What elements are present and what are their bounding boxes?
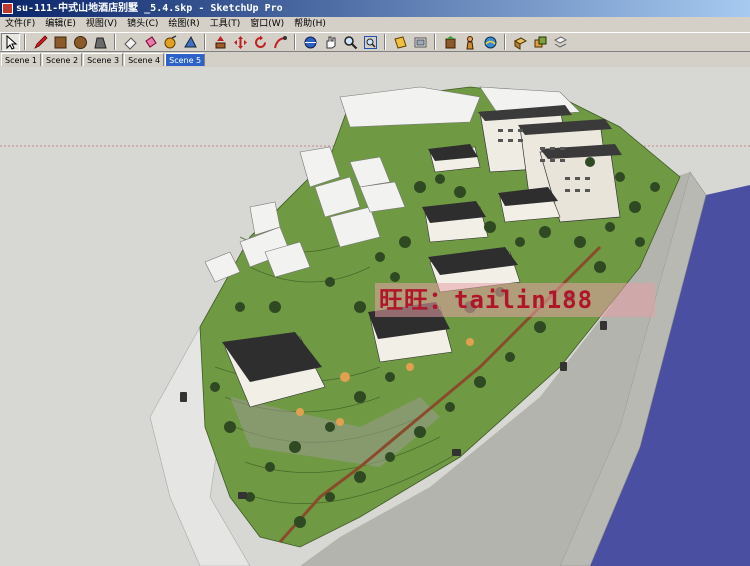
scene-tab-1[interactable]: Scene 1 [1, 53, 42, 66]
main-toolbar [0, 32, 750, 52]
circle-tool-button[interactable] [71, 33, 90, 51]
scene-tab-4[interactable]: Scene 4 [124, 53, 165, 66]
toolbar-separator [504, 34, 506, 50]
zoom-extents-tool-button[interactable] [361, 33, 380, 51]
pencil-icon [34, 34, 48, 49]
add-location-icon [445, 35, 456, 48]
scene-tab-2[interactable]: Scene 2 [42, 53, 83, 66]
watermark-text: 旺旺：tailin188 [375, 283, 655, 317]
section-plane-icon [394, 35, 407, 49]
eraser-icon [124, 36, 137, 50]
paint-bucket-tool-button[interactable] [141, 33, 160, 51]
toolbar-separator [434, 34, 436, 50]
window-title: su-111-中式山地酒店别墅 _5.4.skp - SketchUp Pro [16, 3, 283, 14]
walk-tool-button[interactable] [481, 33, 500, 51]
protractor-icon [184, 35, 197, 47]
menu-window[interactable]: 窗口(W) [245, 17, 289, 32]
select-tool-button[interactable] [1, 33, 20, 51]
menu-edit[interactable]: 编辑(E) [40, 17, 81, 32]
menu-camera[interactable]: 镜头(C) [122, 17, 163, 32]
zoom-extents-icon [364, 35, 377, 49]
menu-file[interactable]: 文件(F) [0, 17, 40, 32]
sketchup-app-icon [2, 3, 13, 14]
layers-icon [553, 35, 568, 48]
polygon-tool-button[interactable] [91, 33, 110, 51]
zoom-icon [344, 35, 358, 49]
layers-tool-button[interactable] [551, 33, 570, 51]
toolbar-separator [294, 34, 296, 50]
rectangle-tool-button[interactable] [51, 33, 70, 51]
pan-tool-button[interactable] [321, 33, 340, 51]
scene-tabs: Scene 1 Scene 2 Scene 3 Scene 4 Scene 5 [0, 52, 750, 66]
eraser-tool-button[interactable] [121, 33, 140, 51]
move-tool-button[interactable] [231, 33, 250, 51]
model-viewport[interactable]: 旺旺：tailin188 [0, 67, 750, 566]
pencil-tool-button[interactable] [31, 33, 50, 51]
menu-view[interactable]: 视图(V) [81, 17, 122, 32]
rotate-tool-button[interactable] [251, 33, 270, 51]
pan-icon [326, 36, 336, 48]
circle-icon [74, 35, 87, 49]
walk-icon [484, 36, 497, 48]
menu-draw[interactable]: 绘图(R) [163, 17, 204, 32]
tape-measure-tool-button[interactable] [161, 33, 180, 51]
follow-me-tool-button[interactable] [271, 33, 290, 51]
protractor-tool-button[interactable] [181, 33, 200, 51]
scene-tab-5[interactable]: Scene 5 [165, 53, 206, 66]
components-tool-button[interactable] [411, 33, 430, 51]
position-camera-tool-button[interactable] [461, 33, 480, 51]
window-titlebar: su-111-中式山地酒店别墅 _5.4.skp - SketchUp Pro [0, 0, 750, 17]
menu-help[interactable]: 帮助(H) [289, 17, 331, 32]
position-camera-icon [466, 35, 474, 49]
styles-icon [534, 36, 547, 47]
push-pull-icon [215, 35, 226, 48]
paint-bucket-icon [145, 35, 157, 48]
styles-tool-button[interactable] [531, 33, 550, 51]
follow-me-icon [274, 35, 287, 48]
materials-icon [513, 36, 528, 50]
toolbar-separator [204, 34, 206, 50]
polygon-icon [94, 37, 107, 48]
add-location-tool-button[interactable] [441, 33, 460, 51]
rectangle-icon [54, 36, 67, 48]
toolbar-separator [114, 34, 116, 50]
push-pull-tool-button[interactable] [211, 33, 230, 51]
menu-bar: 文件(F) 编辑(E) 视图(V) 镜头(C) 绘图(R) 工具(T) 窗口(W… [0, 17, 750, 32]
orbit-tool-button[interactable] [301, 33, 320, 51]
select-icon [6, 34, 18, 50]
menu-tools[interactable]: 工具(T) [205, 17, 246, 32]
toolbar-separator [384, 34, 386, 50]
orbit-icon [304, 36, 317, 48]
tape-measure-icon [164, 34, 177, 48]
zoom-tool-button[interactable] [341, 33, 360, 51]
scene-tab-3[interactable]: Scene 3 [83, 53, 124, 66]
components-icon [414, 37, 427, 47]
move-icon [234, 35, 247, 49]
section-plane-tool-button[interactable] [391, 33, 410, 51]
materials-tool-button[interactable] [511, 33, 530, 51]
rotate-icon [255, 35, 266, 48]
toolbar-separator [24, 34, 26, 50]
